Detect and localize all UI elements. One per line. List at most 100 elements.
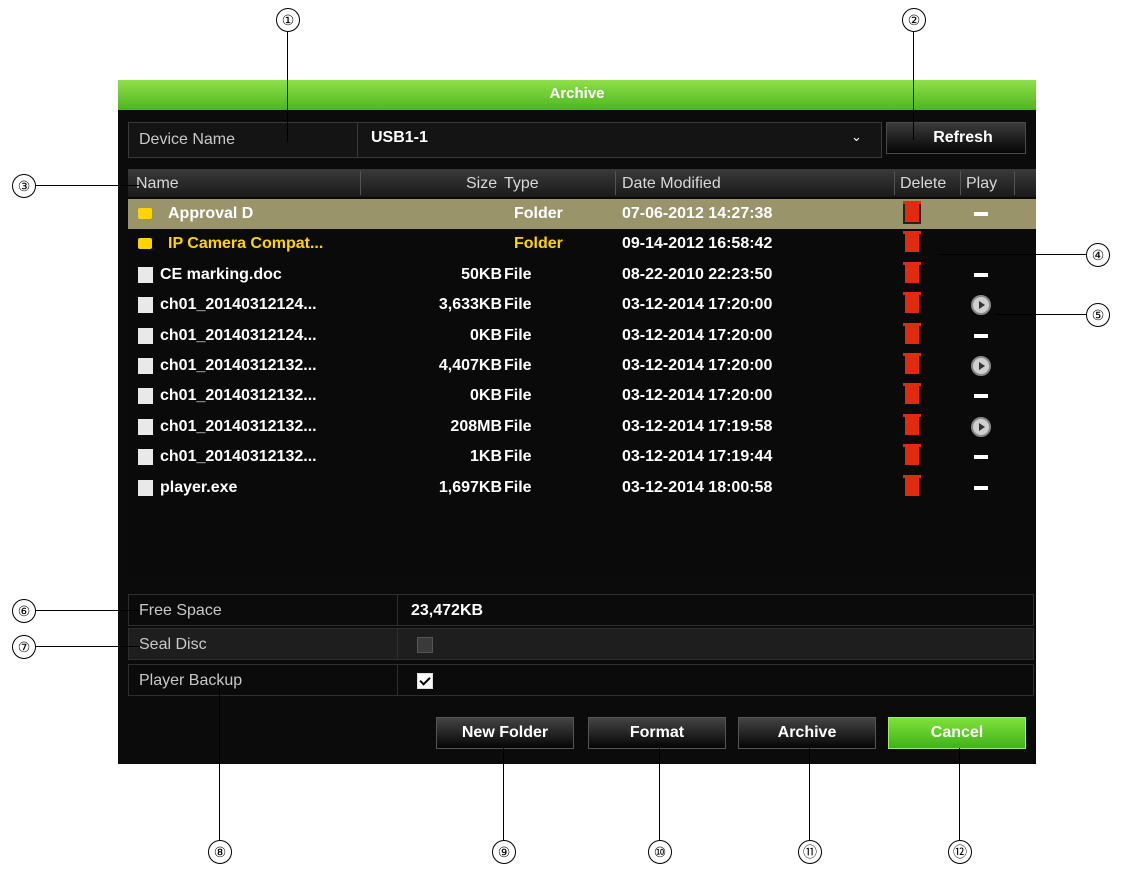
refresh-button[interactable]: Refresh <box>886 122 1026 154</box>
file-type: File <box>504 478 532 496</box>
callout-line <box>959 748 960 840</box>
callout-7: ⑦ <box>12 635 36 659</box>
file-icon <box>138 449 153 466</box>
trash-icon[interactable] <box>903 201 921 224</box>
dash-icon <box>974 272 988 277</box>
seal-disc-label: Seal Disc <box>139 636 207 653</box>
play-icon[interactable] <box>971 356 991 376</box>
file-name: ch01_20140312124... <box>160 326 317 344</box>
trash-icon[interactable] <box>903 413 921 435</box>
callout-10: ⑩ <box>648 840 672 864</box>
player-backup-checkbox[interactable] <box>417 673 433 689</box>
divider <box>894 171 895 195</box>
col-size-header[interactable]: Size <box>466 175 497 193</box>
divider <box>960 171 961 195</box>
file-icon <box>138 388 153 405</box>
dash-icon <box>974 455 988 460</box>
device-name-row: Device Name USB1-1 ⌄ <box>128 122 882 158</box>
file-type: Folder <box>514 235 563 253</box>
callout-line <box>659 748 660 840</box>
file-date: 03-12-2014 17:20:00 <box>622 387 773 405</box>
divider <box>360 171 361 195</box>
file-icon <box>138 327 153 344</box>
callout-6: ⑥ <box>12 599 36 623</box>
file-name: ch01_20140312132... <box>160 357 317 374</box>
archive-dialog: Archive Device Name USB1-1 ⌄ Refresh Nam… <box>118 80 1036 764</box>
file-icon <box>138 479 153 496</box>
trash-icon[interactable] <box>903 231 921 253</box>
callout-9: ⑨ <box>492 840 516 864</box>
free-space-value: 23,472KB <box>411 602 484 619</box>
divider <box>357 123 358 157</box>
cancel-button[interactable]: Cancel <box>888 717 1026 749</box>
table-header: Name Size Type Date Modified Delete Play <box>128 169 1036 197</box>
device-name-select[interactable]: USB1-1 <box>371 129 428 147</box>
file-type: File <box>504 417 532 435</box>
table-row[interactable]: player.exe 1,697KB File 03-12-2014 18:00:58 <box>128 473 1036 503</box>
file-date: 08-22-2010 22:23:50 <box>622 265 773 283</box>
file-name: Approval D <box>168 205 254 222</box>
dash-icon <box>974 485 988 490</box>
file-size: 1,697KB <box>438 478 502 496</box>
file-date: 03-12-2014 17:20:00 <box>622 296 773 314</box>
file-type: File <box>504 296 532 314</box>
seal-disc-checkbox[interactable] <box>417 637 433 653</box>
play-icon[interactable] <box>971 295 991 316</box>
callout-11: ⑪ <box>798 840 822 864</box>
format-button[interactable]: Format <box>588 717 726 749</box>
play-icon[interactable] <box>971 416 991 437</box>
trash-icon[interactable] <box>903 383 921 405</box>
table-row[interactable]: IP Camera Compat... Folder 09-14-2012 16:5… <box>128 229 1036 259</box>
file-date: 03-12-2014 17:20:00 <box>622 326 773 344</box>
col-name-header[interactable]: Name <box>136 175 179 193</box>
trash-icon[interactable] <box>903 322 921 344</box>
trash-icon[interactable] <box>903 292 921 314</box>
table-row[interactable]: ch01_20140312132... 4,407KB File 03-12-2014… <box>128 351 1036 381</box>
divider <box>397 665 398 695</box>
player-backup-label: Player Backup <box>139 672 243 689</box>
chevron-down-icon[interactable]: ⌄ <box>851 129 862 145</box>
file-size: 1KB <box>469 448 502 466</box>
callout-line <box>36 646 140 647</box>
seal-disc-row: Seal Disc <box>128 628 1034 660</box>
table-row[interactable]: CE marking.doc 50KB File 08-22-2010 22:23:5… <box>128 260 1036 290</box>
col-type-header[interactable]: Type <box>504 175 539 193</box>
folder-icon <box>138 238 152 250</box>
file-name: CE marking.doc <box>160 265 282 283</box>
new-folder-button[interactable]: New Folder <box>436 717 574 749</box>
table-row[interactable]: ch01_20140312124... 3,633KB File 03-12-2014… <box>128 290 1036 320</box>
divider <box>1014 171 1015 195</box>
table-row[interactable]: ch01_20140312124... 0KB File 03-12-2014 17:… <box>128 321 1036 351</box>
callout-line <box>36 185 140 186</box>
archive-button[interactable]: Archive <box>738 717 876 749</box>
file-type: File <box>504 387 532 405</box>
table-row[interactable]: ch01_20140312132... 1KB File 03-12-2014 17:… <box>128 442 1036 472</box>
file-size: 0KB <box>469 326 502 344</box>
file-date: 03-12-2014 17:20:00 <box>622 357 773 374</box>
callout-2: ② <box>902 8 926 32</box>
table-row[interactable]: ch01_20140312132... 208MB File 03-12-2014 1… <box>128 412 1036 442</box>
trash-icon[interactable] <box>903 353 921 374</box>
table-row[interactable]: ch01_20140312132... 0KB File 03-12-2014 17:… <box>128 381 1036 411</box>
file-icon <box>138 266 153 283</box>
file-date: 07-06-2012 14:27:38 <box>622 205 773 222</box>
file-icon <box>138 297 153 314</box>
divider <box>397 595 398 625</box>
trash-icon[interactable] <box>903 261 921 283</box>
callout-line <box>287 32 288 142</box>
free-space-row: Free Space 23,472KB <box>128 594 1034 626</box>
col-date-header[interactable]: Date Modified <box>622 175 721 193</box>
file-type: File <box>504 357 532 374</box>
callout-4: ④ <box>1086 243 1110 267</box>
trash-icon[interactable] <box>903 444 921 466</box>
file-table: Name Size Type Date Modified Delete Play… <box>128 169 1036 575</box>
callout-line <box>219 682 220 840</box>
file-icon <box>138 418 153 435</box>
trash-icon[interactable] <box>903 474 921 496</box>
file-name: ch01_20140312124... <box>160 296 317 314</box>
file-date: 03-12-2014 18:00:58 <box>622 478 773 496</box>
callout-1: ① <box>276 8 300 32</box>
file-date: 03-12-2014 17:19:44 <box>622 448 773 466</box>
table-row[interactable]: Approval D Folder 07-06-2012 14:27:38 <box>128 199 1036 229</box>
file-size: 208MB <box>450 417 502 435</box>
